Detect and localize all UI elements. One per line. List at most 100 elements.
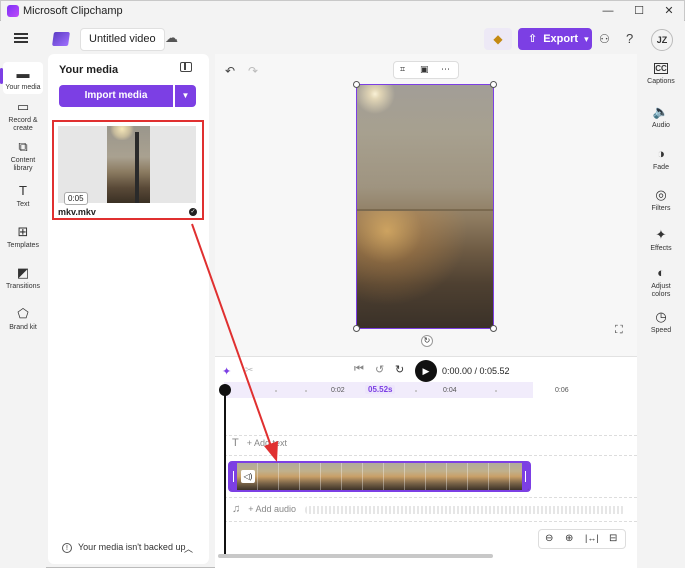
rail-item-transitions[interactable]: ◩ Transitions: [0, 265, 46, 291]
speaker-icon[interactable]: ◁): [241, 470, 255, 483]
resize-handle-tr[interactable]: [490, 81, 497, 88]
add-audio-label: + Add audio: [248, 504, 297, 514]
video-preview[interactable]: [356, 84, 494, 329]
clip-frame: [342, 463, 363, 490]
checkmark-icon: ✓: [189, 208, 197, 216]
rail-item-fade[interactable]: ◑ Fade: [637, 146, 685, 172]
rail-item-content-library[interactable]: ⧉ Content library: [0, 139, 46, 173]
rail-item-adjust-colors[interactable]: ◐ Adjust colors: [637, 265, 685, 299]
rail-label: Content library: [10, 157, 36, 172]
zoom-in-icon[interactable]: ⊕: [565, 533, 573, 544]
zoom-controls: ⊖ ⊕ |↔| ⊟: [538, 529, 626, 549]
rail-item-speed[interactable]: ◷ Speed: [637, 309, 685, 335]
duration-badge: 0:05: [64, 192, 88, 205]
rail-label: Text: [16, 201, 30, 208]
rail-item-your-media[interactable]: ▬ Your media: [0, 62, 43, 94]
import-media-button[interactable]: Import media: [59, 85, 173, 107]
track-separator: [224, 435, 637, 436]
context-toolbar: ⌗ ▣ ⋯: [393, 61, 459, 79]
rail-label: Adjust colors: [651, 283, 671, 298]
camera-icon: ▭: [16, 99, 30, 114]
menu-icon[interactable]: [14, 33, 28, 43]
minimize-button[interactable]: —: [593, 3, 623, 19]
play-button[interactable]: ▶: [415, 360, 437, 382]
avatar[interactable]: JZ: [651, 29, 673, 51]
rail-item-audio[interactable]: 🔈 Audio: [637, 104, 685, 130]
thumbnail-sun: [107, 126, 150, 140]
expand-icon[interactable]: ⊟: [609, 533, 617, 544]
track-separator: [224, 521, 637, 522]
audio-waveform-placeholder: [305, 506, 625, 514]
window-title: Microsoft Clipchamp: [23, 5, 123, 17]
fit-icon[interactable]: ▣: [420, 64, 429, 75]
library-icon: ⧉: [18, 139, 28, 154]
import-dropdown-button[interactable]: ▼: [175, 85, 196, 107]
premium-gem-button[interactable]: ◆: [484, 28, 512, 50]
clip-trim-handle-left[interactable]: [230, 463, 237, 490]
skip-back-icon[interactable]: ⏮: [354, 363, 364, 376]
playhead[interactable]: [224, 390, 226, 555]
resize-handle-bl[interactable]: [353, 325, 360, 332]
backup-note[interactable]: ! Your media isn't backed up: [62, 542, 185, 553]
rotate-icon[interactable]: ↻: [421, 335, 433, 347]
help-icon[interactable]: ?: [626, 31, 633, 46]
redo-icon[interactable]: ↷: [248, 64, 258, 78]
maximize-button[interactable]: ☐: [624, 3, 654, 19]
playhead-knob[interactable]: [219, 384, 231, 396]
media-thumbnail: 0:05: [58, 126, 196, 205]
fit-timeline-icon[interactable]: |↔|: [585, 533, 599, 543]
add-audio-track[interactable]: ♫ + Add audio: [232, 503, 296, 515]
share-icon[interactable]: ⚇: [599, 32, 610, 46]
more-icon[interactable]: ⋯: [441, 64, 450, 75]
fullscreen-icon[interactable]: ⛶: [615, 324, 623, 337]
clipchamp-logo-icon: [7, 5, 19, 17]
tick-label: 0:04: [443, 387, 457, 394]
export-button[interactable]: ⇧ Export ▾: [518, 28, 592, 50]
ruler-dot: [495, 390, 497, 392]
timecode: 0:00.00 / 0:05.52: [442, 366, 510, 376]
fade-icon: ◑: [657, 146, 665, 161]
current-time-label: 05.52s: [365, 385, 396, 394]
project-title-field[interactable]: Untitled video: [80, 28, 165, 51]
close-button[interactable]: ✕: [654, 3, 684, 19]
clip-trim-handle-right[interactable]: [522, 463, 529, 490]
preview-sun: [357, 85, 417, 115]
timeline-scrollbar[interactable]: [218, 554, 493, 558]
rail-item-effects[interactable]: ✦ Effects: [637, 227, 685, 253]
cloud-sync-icon[interactable]: ☁: [165, 30, 178, 46]
rail-item-templates[interactable]: ⊞ Templates: [0, 224, 46, 250]
add-text-track[interactable]: T + Add text: [232, 437, 287, 449]
split-icon[interactable]: ✂: [245, 365, 253, 376]
music-note-icon: ♫: [232, 503, 241, 515]
rewind-icon[interactable]: ↺: [375, 363, 384, 376]
upload-icon: ⇧: [528, 33, 538, 45]
zoom-out-icon[interactable]: ⊖: [545, 533, 553, 544]
resize-handle-tl[interactable]: [353, 81, 360, 88]
rail-item-record-create[interactable]: ▭ Record & create: [0, 99, 46, 133]
rail-item-captions[interactable]: CC Captions: [637, 60, 685, 86]
info-icon: !: [62, 543, 72, 553]
clip-frame: [300, 463, 321, 490]
clip-frame: [279, 463, 300, 490]
ruler-dot: [275, 390, 277, 392]
video-clip[interactable]: ◁): [228, 461, 531, 492]
media-item-card[interactable]: 0:05 mkv.mkv ✓: [52, 120, 204, 220]
thumbnail-image: [107, 126, 150, 203]
rail-item-brand-kit[interactable]: ⬠ Brand kit: [0, 306, 46, 332]
chevron-up-icon[interactable]: ︿: [184, 542, 193, 555]
rail-item-filters[interactable]: ◎ Filters: [637, 187, 685, 213]
effects-icon: ✦: [655, 227, 667, 242]
collapse-panel-icon[interactable]: [180, 62, 192, 72]
forward-icon[interactable]: ↻: [395, 363, 404, 376]
track-separator: [224, 455, 637, 456]
right-rail: CC Captions 🔈 Audio ◑ Fade ◎ Filters ✦ Effect…: [637, 54, 685, 568]
rail-item-text[interactable]: T Text: [0, 183, 46, 209]
resize-handle-br[interactable]: [490, 325, 497, 332]
crop-icon[interactable]: ⌗: [400, 64, 405, 75]
clip-frame: [468, 463, 489, 490]
rail-label: Templates: [7, 242, 39, 249]
undo-icon[interactable]: ↶: [225, 64, 235, 78]
media-panel-title: Your media: [59, 64, 119, 76]
filters-icon: ◎: [655, 187, 667, 202]
ai-sparkle-icon[interactable]: ✦: [222, 365, 231, 378]
